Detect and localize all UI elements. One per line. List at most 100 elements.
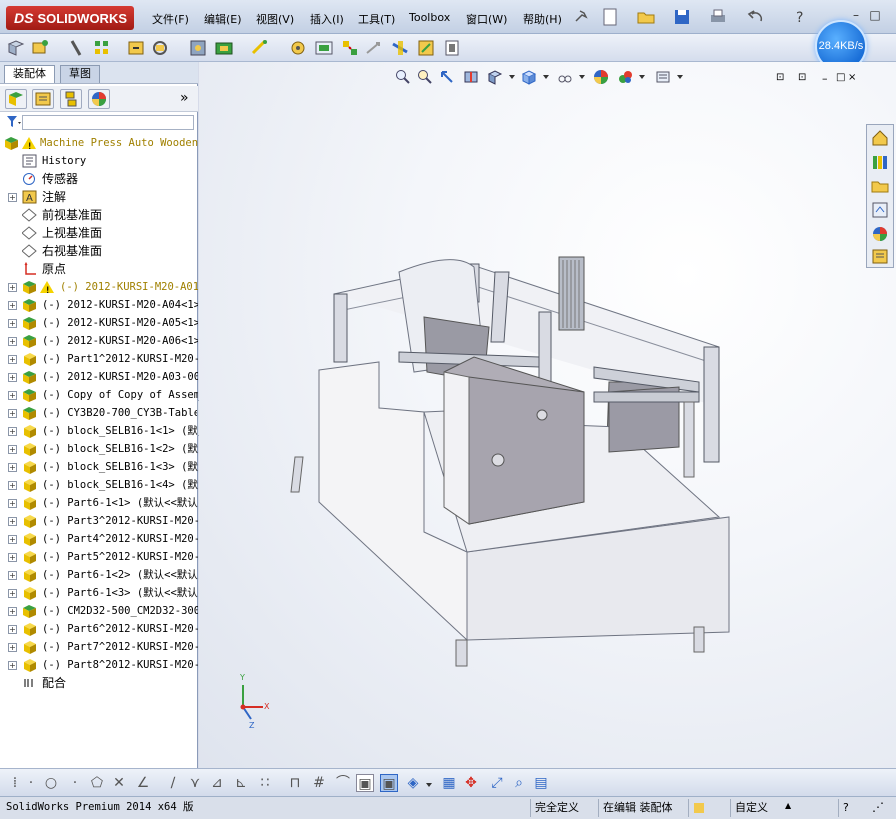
menu-help[interactable]: 帮助(H) xyxy=(523,11,562,27)
hide-show-dropdown-icon[interactable] xyxy=(579,75,585,79)
menu-file[interactable]: 文件(F) xyxy=(152,11,189,27)
arc-icon[interactable]: ⌒ xyxy=(334,774,352,792)
expand-icon[interactable]: + xyxy=(8,193,17,202)
status-units[interactable]: 自定义 xyxy=(730,799,772,817)
expand-icon[interactable]: + xyxy=(8,355,17,364)
smart-fasteners-icon[interactable] xyxy=(188,38,208,58)
property-manager-tab-icon[interactable] xyxy=(32,89,54,109)
tree-item[interactable]: + (-) Copy of Copy of Assem xyxy=(0,386,198,404)
trim-icon[interactable]: ✕ xyxy=(110,774,128,792)
expand-icon[interactable]: + xyxy=(8,481,17,490)
tree-item[interactable]: + (-) 2012-KURSI-M20-A05<1> xyxy=(0,314,198,332)
insert-component-icon[interactable] xyxy=(30,38,50,58)
expand-icon[interactable]: + xyxy=(8,535,17,544)
tree-item[interactable]: + A 注解 xyxy=(0,188,198,206)
tree-item[interactable]: + (-) 2012-KURSI-M20-A06<1> xyxy=(0,332,198,350)
assembly-insert-icon[interactable] xyxy=(6,38,26,58)
resize-grip-icon[interactable]: ⋰ xyxy=(872,800,884,814)
units-menu-icon[interactable]: ▲ xyxy=(785,801,791,810)
tree-item[interactable]: + (-) 2012-KURSI-M20-A04<1> xyxy=(0,296,198,314)
rotate-component-icon[interactable] xyxy=(150,38,170,58)
solidworks-logo[interactable]: DS SOLIDWORKS xyxy=(6,6,134,30)
line-icon[interactable]: ∠ xyxy=(134,774,152,792)
view-palette-icon[interactable] xyxy=(870,200,890,220)
table-icon[interactable]: ▤ xyxy=(532,774,550,792)
mirror-entities-icon[interactable]: ⊾ xyxy=(232,774,250,792)
bill-of-materials-icon[interactable] xyxy=(314,38,334,58)
tree-item[interactable]: + (-) Part6^2012-KURSI-M20-A xyxy=(0,620,198,638)
maximize-window-icon[interactable]: □ xyxy=(866,8,884,24)
expand-icon[interactable]: + xyxy=(8,607,17,616)
viewport-close-icon[interactable]: × xyxy=(848,72,856,83)
polygon-icon[interactable]: ⬠ xyxy=(88,774,106,792)
status-rebuild-icon[interactable] xyxy=(688,799,704,817)
menu-window[interactable]: 窗口(W) xyxy=(466,11,507,27)
menu-toolbox[interactable]: Toolbox xyxy=(409,11,450,24)
expand-icon[interactable]: + xyxy=(8,625,17,634)
new-document-icon[interactable] xyxy=(600,7,620,27)
expand-icon[interactable]: + xyxy=(8,301,17,310)
filter-input[interactable] xyxy=(22,115,194,130)
tree-item[interactable]: 原点 xyxy=(0,260,198,278)
wireframe-icon[interactable]: ▣ xyxy=(356,774,374,792)
design-library-icon[interactable] xyxy=(870,152,890,172)
tree-item[interactable]: + (-) Part6-1<2> (默认<<默认 xyxy=(0,566,198,584)
component-display-icon[interactable]: ▦ xyxy=(440,774,458,792)
tree-item[interactable]: + (-) 2012-KURSI-M20-A03-00- xyxy=(0,368,198,386)
tree-item[interactable]: + (-) Part5^2012-KURSI-M20-A xyxy=(0,548,198,566)
tree-item[interactable]: + (-) Part1^2012-KURSI-M20-A xyxy=(0,350,198,368)
expand-icon[interactable]: + xyxy=(8,661,17,670)
tab-assembly[interactable]: 装配体 xyxy=(4,65,55,83)
viewport-minimize-icon[interactable]: – xyxy=(822,72,828,85)
menu-insert[interactable]: 插入(I) xyxy=(310,11,344,27)
menu-edit[interactable]: 编辑(E) xyxy=(204,11,242,27)
exploded-view-icon[interactable] xyxy=(340,38,360,58)
tree-item[interactable]: + (-) block_SELB16-1<2> (默认 xyxy=(0,440,198,458)
tree-item[interactable]: 上视基准面 xyxy=(0,224,198,242)
menu-view[interactable]: 视图(V) xyxy=(256,11,294,27)
expand-icon[interactable]: + xyxy=(8,571,17,580)
interference-detection-icon[interactable] xyxy=(390,38,410,58)
expand-icon[interactable]: + xyxy=(8,391,17,400)
expand-icon[interactable]: + xyxy=(8,337,17,346)
tree-item[interactable]: 传感器 xyxy=(0,170,198,188)
hide-show-items-icon[interactable] xyxy=(557,69,573,85)
rotate-icon[interactable]: ⤢ xyxy=(488,774,506,792)
open-folder-icon[interactable] xyxy=(636,7,656,27)
tree-item[interactable]: 右视基准面 xyxy=(0,242,198,260)
smart-dimension-icon[interactable]: ∕ xyxy=(164,774,182,792)
display-style-dropdown-icon[interactable] xyxy=(543,75,549,79)
zoom-to-fit-icon[interactable] xyxy=(395,69,411,85)
restore-viewport-icon[interactable]: ⊡ xyxy=(776,72,784,83)
status-help-icon[interactable]: ? xyxy=(838,799,858,817)
file-explorer-icon[interactable] xyxy=(870,176,890,196)
tree-item[interactable]: + (-) Part3^2012-KURSI-M20-A xyxy=(0,512,198,530)
apply-scene-dropdown-icon[interactable] xyxy=(639,75,645,79)
appearances-scenes-icon[interactable] xyxy=(870,224,890,244)
tree-item[interactable]: + (-) CY3B20-700_CY3B-Table- xyxy=(0,404,198,422)
custom-properties-icon[interactable] xyxy=(870,246,890,266)
section-view-icon[interactable] xyxy=(463,69,479,85)
apply-scene-icon[interactable] xyxy=(617,69,633,85)
zoom-area-icon[interactable] xyxy=(417,69,433,85)
tree-item[interactable]: 前视基准面 xyxy=(0,206,198,224)
display-manager-tab-icon[interactable] xyxy=(88,89,110,109)
previous-view-icon[interactable] xyxy=(439,69,455,85)
convert-entities-icon[interactable]: ⋎ xyxy=(186,774,204,792)
tree-item[interactable]: + (-) Part6-1<3> (默认<<默认 xyxy=(0,584,198,602)
camera-icon[interactable]: ⌕ xyxy=(510,774,528,792)
tree-item[interactable]: + (-) Part8^2012-KURSI-M20-A xyxy=(0,656,198,674)
tree-item[interactable]: + (-) block_SELB16-1<1> (默认 xyxy=(0,422,198,440)
expand-panel-icon[interactable]: » xyxy=(180,90,189,106)
graphics-area[interactable]: Y X Z xyxy=(199,62,896,768)
move-icon[interactable]: ✥ xyxy=(462,774,480,792)
tree-item[interactable]: + (-) 2012-KURSI-M20-A01< xyxy=(0,278,198,300)
tree-item[interactable]: + (-) block_SELB16-1<3> (默认 xyxy=(0,458,198,476)
offset-entities-icon[interactable]: ⊿ xyxy=(208,774,226,792)
explode-line-sketch-icon[interactable] xyxy=(364,38,384,58)
configuration-manager-tab-icon[interactable] xyxy=(60,89,82,109)
expand-icon[interactable]: + xyxy=(8,445,17,454)
viewport-maximize-icon[interactable]: □ xyxy=(836,72,845,83)
filter-icon[interactable] xyxy=(6,115,22,132)
expand-icon[interactable]: + xyxy=(8,643,17,652)
